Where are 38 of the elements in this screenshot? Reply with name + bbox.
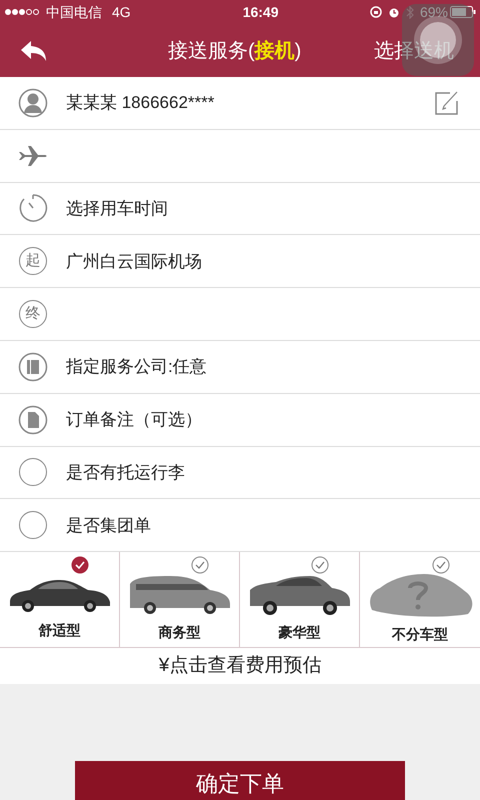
edit-button[interactable] bbox=[434, 90, 460, 116]
timer-icon bbox=[18, 193, 48, 224]
vehicle-option[interactable]: 豪华型 bbox=[240, 552, 360, 648]
page-title: 接送服务(接机) bbox=[168, 38, 302, 64]
network-type: 4G bbox=[112, 2, 131, 22]
row-label[interactable]: 指定服务公司:任意 bbox=[66, 354, 207, 380]
end-badge: 终 bbox=[19, 300, 47, 328]
battery-percent: 69% bbox=[420, 2, 448, 22]
alarm-icon bbox=[388, 6, 400, 18]
back-arrow-icon bbox=[20, 40, 48, 62]
bluetooth-icon bbox=[406, 6, 414, 18]
edit-icon bbox=[434, 90, 460, 116]
vehicle-label: 商务型 bbox=[158, 623, 200, 642]
row-label[interactable]: 是否集团单 bbox=[66, 512, 151, 538]
vehicle-option[interactable]: 商务型 bbox=[120, 552, 240, 648]
vehicle-label: 舒适型 bbox=[38, 621, 80, 640]
checkbox[interactable] bbox=[19, 458, 47, 486]
carrier-name: 中国电信 bbox=[46, 2, 102, 22]
vehicle-option[interactable]: 不分车型 bbox=[360, 552, 480, 648]
book-icon bbox=[18, 352, 48, 382]
row-label[interactable]: 订单备注（可选） bbox=[66, 406, 202, 432]
row-label[interactable]: 某某某 1866662**** bbox=[66, 90, 214, 116]
row-label[interactable]: 是否有托运行李 bbox=[66, 460, 185, 486]
clock-time: 16:49 bbox=[242, 2, 278, 22]
person-icon bbox=[18, 88, 48, 118]
airplane-icon bbox=[18, 144, 48, 168]
battery-icon bbox=[450, 6, 476, 18]
row-label[interactable]: 选择用车时间 bbox=[66, 196, 168, 222]
rotation-lock-icon bbox=[370, 6, 382, 18]
row-label[interactable]: 广州白云国际机场 bbox=[66, 248, 202, 274]
vehicle-option[interactable]: 舒适型 bbox=[0, 552, 120, 648]
start-badge: 起 bbox=[19, 247, 47, 276]
signal-icon bbox=[4, 8, 42, 16]
document-icon bbox=[18, 404, 48, 435]
submit-order-button[interactable]: 确定下单 bbox=[75, 761, 405, 800]
checkbox[interactable] bbox=[19, 511, 47, 540]
vehicle-label: 豪华型 bbox=[278, 623, 320, 642]
vehicle-label: 不分车型 bbox=[392, 625, 448, 644]
